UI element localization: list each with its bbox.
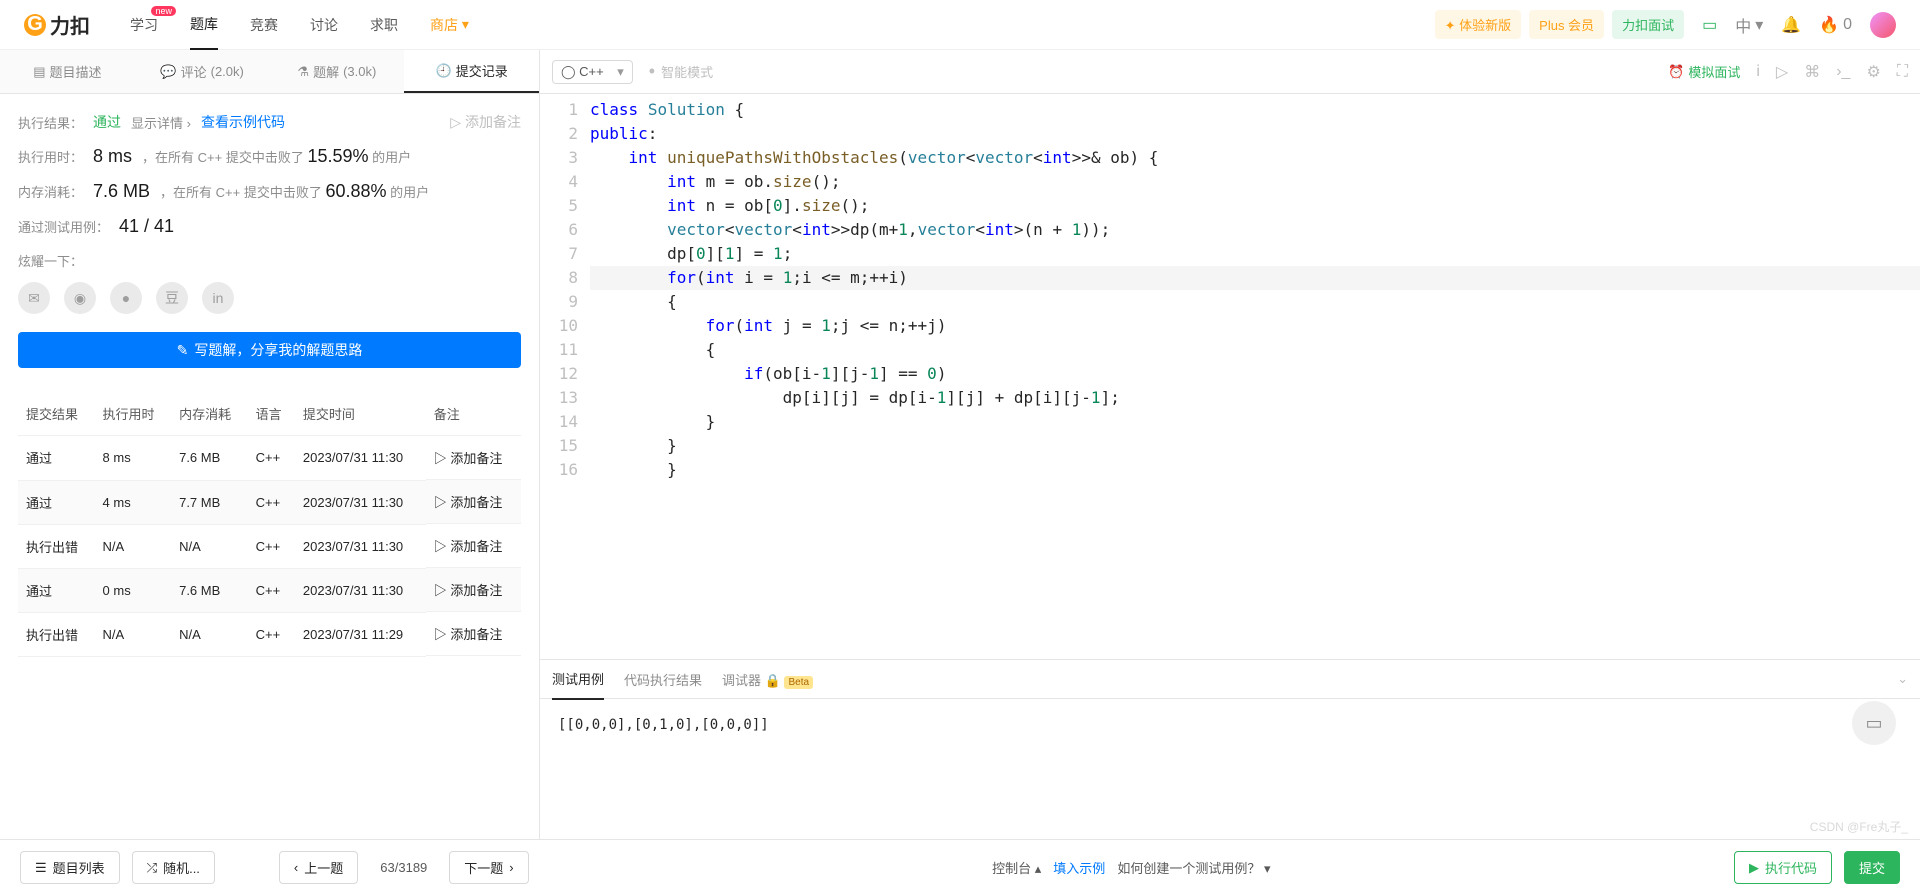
tab-solutions[interactable]: ⚗ 题解 (3.0k) — [270, 50, 405, 93]
tests-label: 通过测试用例： — [18, 217, 109, 236]
add-note-cell[interactable]: ▷ 添加备注 — [426, 612, 521, 656]
testcase-content[interactable]: [[0,0,0],[0,1,0],[0,0,0]] — [540, 699, 1920, 839]
tab-debugger[interactable]: 调试器 🔒 Beta — [722, 660, 813, 699]
table-row[interactable]: 执行出错N/AN/AC++2023/07/31 11:29▷ 添加备注 — [18, 612, 521, 656]
tab-comments[interactable]: 💬 评论 (2.0k) — [135, 50, 270, 93]
add-note-cell[interactable]: ▷ 添加备注 — [426, 480, 521, 524]
logo-icon: G — [24, 14, 46, 36]
nav-store[interactable]: 商店 ▾ — [430, 0, 469, 50]
table-row[interactable]: 执行出错N/AN/AC++2023/07/31 11:30▷ 添加备注 — [18, 524, 521, 568]
terminal-icon[interactable]: ›_ — [1836, 63, 1850, 81]
time-value: 8 ms — [93, 146, 132, 167]
share-wechat-icon[interactable]: ✉ — [18, 282, 50, 314]
submissions-table: 提交结果执行用时内存消耗语言提交时间备注 通过8 ms7.6 MBC++2023… — [18, 392, 521, 657]
fullscreen-icon[interactable]: ⛶ — [1897, 63, 1908, 81]
example-code-link[interactable]: 查看示例代码 — [201, 112, 285, 132]
nav-learn[interactable]: 学习new — [130, 0, 158, 50]
share-linkedin-icon[interactable]: in — [202, 282, 234, 314]
language-select[interactable]: ◯ C++ — [552, 60, 633, 84]
prev-button[interactable]: ‹ 上一题 — [279, 851, 358, 884]
result-value: 通过 — [93, 112, 121, 132]
bell-icon[interactable]: 🔔 — [1781, 15, 1801, 35]
share-weibo-icon[interactable]: ◉ — [64, 282, 96, 314]
fire-icon[interactable]: 🔥 0 — [1819, 15, 1852, 35]
tests-value: 41 / 41 — [119, 216, 174, 237]
how-create-link[interactable]: 如何创建一个测试用例？ ▾ — [1117, 858, 1270, 877]
bottom-tabs: 测试用例 代码执行结果 调试器 🔒 Beta ⌄ — [540, 659, 1920, 699]
top-navbar: G 力扣 学习new 题库 竞赛 讨论 求职 商店 ▾ ✦ 体验新版 Plus … — [0, 0, 1920, 50]
random-button[interactable]: ⤮ 随机... — [132, 851, 215, 884]
result-label: 执行结果： — [18, 113, 83, 132]
nav-contest[interactable]: 竞赛 — [250, 0, 278, 50]
run-code-button[interactable]: ▶ 执行代码 — [1734, 851, 1832, 884]
bottom-bar: ☰ 题目列表 ⤮ 随机... ‹ 上一题 63/3189 下一题 › 控制台 ▴… — [0, 839, 1920, 895]
badge-new: new — [151, 6, 176, 16]
trial-button[interactable]: ✦ 体验新版 — [1435, 10, 1522, 39]
watermark: CSDN @Fre丸子_ — [1810, 818, 1908, 835]
avatar[interactable] — [1870, 12, 1896, 38]
info-icon[interactable]: i — [1756, 63, 1760, 81]
share-qq-icon[interactable]: ● — [110, 282, 142, 314]
tab-testcase[interactable]: 测试用例 — [552, 659, 604, 700]
notes-fab-icon[interactable]: ▭ — [1852, 701, 1896, 745]
add-note-top[interactable]: ▷ 添加备注 — [450, 112, 521, 132]
collapse-icon[interactable]: ⌄ — [1897, 671, 1908, 687]
add-note-cell[interactable]: ▷ 添加备注 — [426, 436, 521, 480]
nav-discuss[interactable]: 讨论 — [310, 0, 338, 50]
settings-icon[interactable]: ⚙ — [1866, 62, 1880, 82]
time-label: 执行用时： — [18, 147, 83, 166]
nav-jobs[interactable]: 求职 — [370, 0, 398, 50]
fill-example-link[interactable]: 填入示例 — [1053, 858, 1105, 877]
language-switcher[interactable]: 中 ▾ — [1735, 13, 1763, 37]
table-row[interactable]: 通过4 ms7.7 MBC++2023/07/31 11:30▷ 添加备注 — [18, 480, 521, 524]
show-off-label: 炫耀一下： — [18, 251, 521, 270]
code-editor[interactable]: 12345678910111213141516 class Solution {… — [540, 94, 1920, 659]
table-row[interactable]: 通过8 ms7.6 MBC++2023/07/31 11:30▷ 添加备注 — [18, 436, 521, 481]
add-note-cell[interactable]: ▷ 添加备注 — [426, 568, 521, 612]
show-detail-link[interactable]: 显示详情 › — [131, 113, 191, 132]
interview-button[interactable]: 力扣面试 — [1612, 10, 1684, 39]
console-label[interactable]: 控制台 ▴ — [992, 858, 1041, 877]
bookmark-icon[interactable]: ⌘ — [1804, 62, 1820, 82]
tab-submissions[interactable]: 🕘 提交记录 — [404, 50, 539, 93]
tab-run-result[interactable]: 代码执行结果 — [624, 660, 702, 699]
problem-list-button[interactable]: ☰ 题目列表 — [20, 851, 120, 884]
run-icon[interactable]: ▷ — [1776, 62, 1788, 82]
memory-label: 内存消耗： — [18, 182, 83, 201]
plus-button[interactable]: Plus 会员 — [1529, 10, 1604, 39]
tab-description[interactable]: ▤ 题目描述 — [0, 50, 135, 93]
logo-text: 力扣 — [50, 10, 90, 39]
smart-mode-toggle[interactable]: 智能模式 — [649, 61, 713, 82]
share-douban-icon[interactable]: 豆 — [156, 282, 188, 314]
editor-toolbar: ◯ C++ 智能模式 ⏰ 模拟面试 i ▷ ⌘ ›_ ⚙ ⛶ — [540, 50, 1920, 94]
next-button[interactable]: 下一题 › — [449, 851, 528, 884]
add-note-cell[interactable]: ▷ 添加备注 — [426, 524, 521, 568]
submit-button[interactable]: 提交 — [1844, 851, 1900, 884]
nav-problems[interactable]: 题库 — [190, 0, 218, 50]
left-tab-bar: ▤ 题目描述 💬 评论 (2.0k) ⚗ 题解 (3.0k) 🕘 提交记录 — [0, 50, 539, 94]
phone-icon[interactable]: ▭ — [1702, 15, 1717, 35]
table-row[interactable]: 通过0 ms7.6 MBC++2023/07/31 11:30▷ 添加备注 — [18, 568, 521, 612]
write-solution-button[interactable]: ✎ 写题解，分享我的解题思路 — [18, 332, 521, 368]
mock-interview-button[interactable]: ⏰ 模拟面试 — [1668, 62, 1740, 81]
memory-value: 7.6 MB — [93, 181, 150, 202]
page-counter: 63/3189 — [380, 860, 427, 875]
logo[interactable]: G 力扣 — [24, 10, 90, 39]
